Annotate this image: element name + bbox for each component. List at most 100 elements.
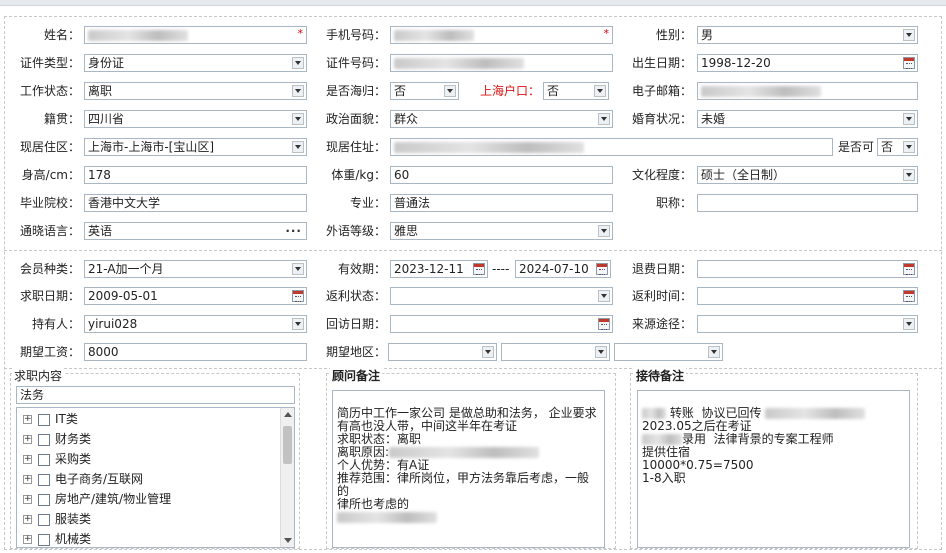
foreign-level-select[interactable]: 雅思	[390, 222, 613, 240]
phone-field[interactable]: *	[390, 26, 613, 44]
expected-region-label: 期望地区：	[325, 345, 386, 359]
visit-date-field[interactable]	[390, 315, 613, 333]
political-select[interactable]: 群众	[390, 110, 613, 128]
chevron-down-icon[interactable]	[482, 346, 494, 358]
expand-icon[interactable]: +	[23, 415, 32, 424]
consultant-notes-textarea[interactable]: 简历中工作一家公司 是做总助和法务， 企业要求 有高也没人带，中间这半年在考证 求职…	[332, 390, 605, 548]
checkbox[interactable]	[38, 533, 50, 546]
tree-item[interactable]: + 服装类	[23, 509, 91, 529]
holder-select[interactable]: yirui028	[84, 315, 307, 333]
tree-item[interactable]: + 机械类	[23, 529, 91, 547]
chevron-down-icon[interactable]	[444, 85, 456, 97]
expand-icon[interactable]: +	[23, 455, 32, 464]
rebate-time-field[interactable]	[697, 287, 918, 305]
chevron-down-icon[interactable]	[903, 318, 915, 330]
chevron-down-icon[interactable]	[708, 346, 720, 358]
expand-icon[interactable]: +	[23, 535, 32, 544]
gender-select[interactable]: 男	[697, 26, 918, 44]
scroll-down-icon[interactable]	[284, 538, 292, 543]
chevron-down-icon[interactable]	[595, 346, 607, 358]
height-field[interactable]: 178	[84, 166, 307, 184]
checkbox[interactable]	[38, 493, 50, 506]
tree-item[interactable]: + 房地产/建筑/物业管理	[23, 489, 171, 509]
birth-date-field[interactable]: 1998-12-20	[697, 54, 918, 72]
more-icon[interactable]: ···	[285, 223, 302, 239]
expected-region-city-select[interactable]	[501, 343, 610, 361]
residence-area-select[interactable]: 上海市-上海市-[宝山区]	[84, 138, 307, 156]
languages-field[interactable]: 英语 ···	[84, 222, 307, 240]
expected-region-district-select[interactable]	[614, 343, 723, 361]
scroll-up-icon[interactable]	[284, 412, 292, 417]
job-category-tree[interactable]: + IT类 + 财务类 + 采购类 + 电子商务/互联网 + 房地产/建筑/物业管理 + 服…	[16, 407, 295, 548]
returnee-select[interactable]: 否	[390, 82, 459, 100]
expected-salary-label: 期望工资：	[19, 345, 80, 359]
education-select[interactable]: 硕士（全日制）	[697, 166, 918, 184]
id-number-field[interactable]	[390, 54, 613, 72]
major-field[interactable]: 普通法	[390, 194, 613, 212]
chevron-down-icon[interactable]	[598, 113, 610, 125]
marital-label: 婚育状况：	[631, 112, 692, 126]
scroll-thumb[interactable]	[283, 426, 292, 464]
chevron-down-icon[interactable]	[903, 113, 915, 125]
height-label: 身高/cm：	[21, 168, 80, 182]
chevron-down-icon[interactable]	[594, 85, 606, 97]
calendar-icon[interactable]	[473, 263, 485, 275]
chevron-down-icon[interactable]	[598, 225, 610, 237]
residence-addr-field[interactable]	[390, 138, 833, 156]
validity-end-field[interactable]: 2024-07-10	[515, 260, 611, 278]
expand-icon[interactable]: +	[23, 495, 32, 504]
chevron-down-icon[interactable]	[292, 141, 304, 153]
source-select[interactable]	[697, 315, 918, 333]
job-title-field[interactable]	[697, 194, 918, 212]
reception-notes-textarea[interactable]: 转账 协议已回传 2023.05之后在考证 录用 法律背景的专案工程师 提供住宿 10…	[637, 390, 910, 548]
redacted-text	[642, 408, 666, 419]
chevron-down-icon[interactable]	[292, 85, 304, 97]
residence-flag-select[interactable]: 否	[877, 138, 918, 156]
tree-item[interactable]: + IT类	[23, 409, 78, 429]
tree-item[interactable]: + 电子商务/互联网	[23, 469, 143, 489]
calendar-icon[interactable]	[903, 263, 915, 275]
expected-salary-field[interactable]: 8000	[84, 343, 307, 361]
chevron-down-icon[interactable]	[903, 29, 915, 41]
calendar-icon[interactable]	[903, 290, 915, 302]
checkbox[interactable]	[38, 413, 50, 426]
chevron-down-icon[interactable]	[292, 263, 304, 275]
expected-region-province-select[interactable]	[388, 343, 497, 361]
tree-item[interactable]: + 采购类	[23, 449, 91, 469]
chevron-down-icon[interactable]	[292, 113, 304, 125]
calendar-icon[interactable]	[596, 263, 608, 275]
calendar-icon[interactable]	[292, 290, 304, 302]
email-field[interactable]	[697, 82, 918, 100]
chevron-down-icon[interactable]	[903, 141, 915, 153]
native-place-select[interactable]: 四川省	[84, 110, 307, 128]
name-field[interactable]: *	[84, 26, 307, 44]
expand-icon[interactable]: +	[23, 475, 32, 484]
member-type-select[interactable]: 21-A加一个月	[84, 260, 307, 278]
chevron-down-icon[interactable]	[598, 290, 610, 302]
checkbox[interactable]	[38, 473, 50, 486]
weight-field[interactable]: 60	[390, 166, 613, 184]
validity-start-field[interactable]: 2023-12-11	[390, 260, 488, 278]
checkbox[interactable]	[38, 513, 50, 526]
shanghai-hukou-select[interactable]: 否	[543, 82, 609, 100]
marital-select[interactable]: 未婚	[697, 110, 918, 128]
chevron-down-icon[interactable]	[903, 169, 915, 181]
school-field[interactable]: 香港中文大学	[84, 194, 307, 212]
calendar-icon[interactable]	[598, 318, 610, 330]
rebate-status-select[interactable]	[390, 287, 613, 305]
chevron-down-icon[interactable]	[292, 57, 304, 69]
chevron-down-icon[interactable]	[292, 318, 304, 330]
checkbox[interactable]	[38, 453, 50, 466]
tree-item[interactable]: + 财务类	[23, 429, 91, 449]
work-status-select[interactable]: 离职	[84, 82, 307, 100]
job-content-search[interactable]: 法务	[16, 386, 295, 404]
expand-icon[interactable]: +	[23, 515, 32, 524]
job-content-title: 求职内容	[12, 367, 65, 384]
refund-date-field[interactable]	[697, 260, 918, 278]
checkbox[interactable]	[38, 433, 50, 446]
job-date-field[interactable]: 2009-05-01	[84, 287, 307, 305]
id-type-select[interactable]: 身份证	[84, 54, 307, 72]
calendar-icon[interactable]	[903, 57, 915, 69]
tree-scrollbar[interactable]	[280, 408, 294, 547]
expand-icon[interactable]: +	[23, 435, 32, 444]
